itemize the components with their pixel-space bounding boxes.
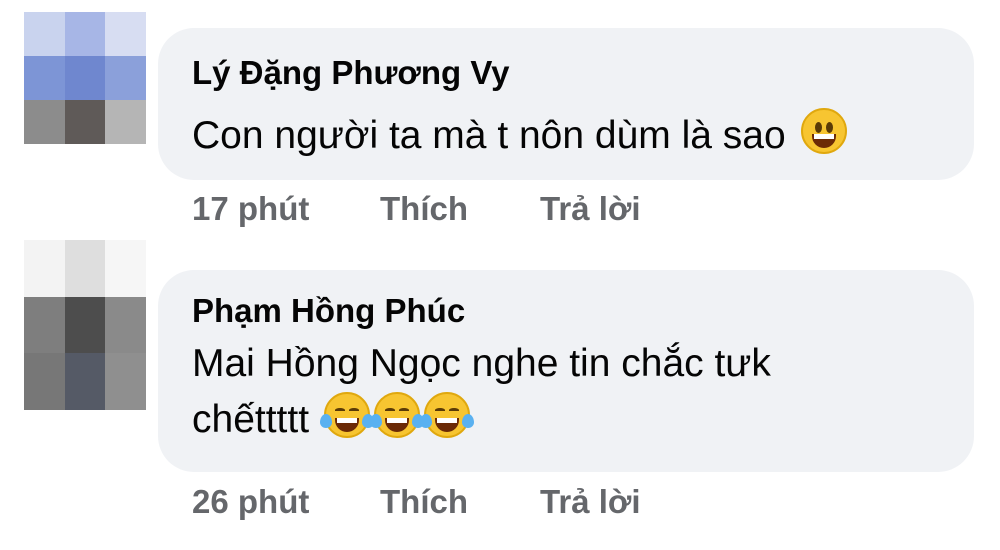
- comment-timestamp[interactable]: 17 phút: [192, 190, 380, 228]
- comment-bubble: Phạm Hồng Phúc Mai Hồng Ngọc nghe tin ch…: [158, 270, 974, 472]
- like-button[interactable]: Thích: [380, 483, 540, 521]
- comment-timestamp[interactable]: 26 phút: [192, 483, 380, 521]
- reply-button[interactable]: Trả lời: [540, 483, 641, 521]
- reply-button[interactable]: Trả lời: [540, 190, 641, 228]
- comment-author[interactable]: Phạm Hồng Phúc: [192, 292, 465, 330]
- face-with-tears-of-joy-icon: [369, 392, 424, 438]
- comment-item: Phạm Hồng Phúc Mai Hồng Ngọc nghe tin ch…: [0, 240, 1000, 550]
- comment-actions: 26 phút Thích Trả lời: [192, 483, 641, 521]
- comment-text-content: chếttttt: [192, 398, 310, 441]
- grinning-face-icon: [800, 108, 847, 154]
- face-with-tears-of-joy-icon: [419, 392, 474, 438]
- comment-author[interactable]: Lý Đặng Phương Vy: [192, 54, 510, 92]
- avatar[interactable]: [24, 240, 146, 410]
- like-button[interactable]: Thích: [380, 190, 540, 228]
- comment-actions: 17 phút Thích Trả lời: [192, 190, 641, 228]
- comment-text-line: Mai Hồng Ngọc nghe tin chắc tưk: [192, 342, 771, 385]
- comment-item: Lý Đặng Phương Vy Con người ta mà t nôn …: [0, 0, 1000, 240]
- comment-text-line-2: chếttttt: [192, 392, 912, 448]
- comment-bubble: Lý Đặng Phương Vy Con người ta mà t nôn …: [158, 28, 974, 180]
- avatar[interactable]: [24, 12, 146, 144]
- comment-text: Mai Hồng Ngọc nghe tin chắc tưk chếttttt: [192, 336, 912, 448]
- comment-text-content: Con người ta mà t nôn dùm là sao: [192, 114, 786, 157]
- face-with-tears-of-joy-icon: [319, 392, 374, 438]
- comment-text: Con người ta mà t nôn dùm là sao: [192, 108, 912, 164]
